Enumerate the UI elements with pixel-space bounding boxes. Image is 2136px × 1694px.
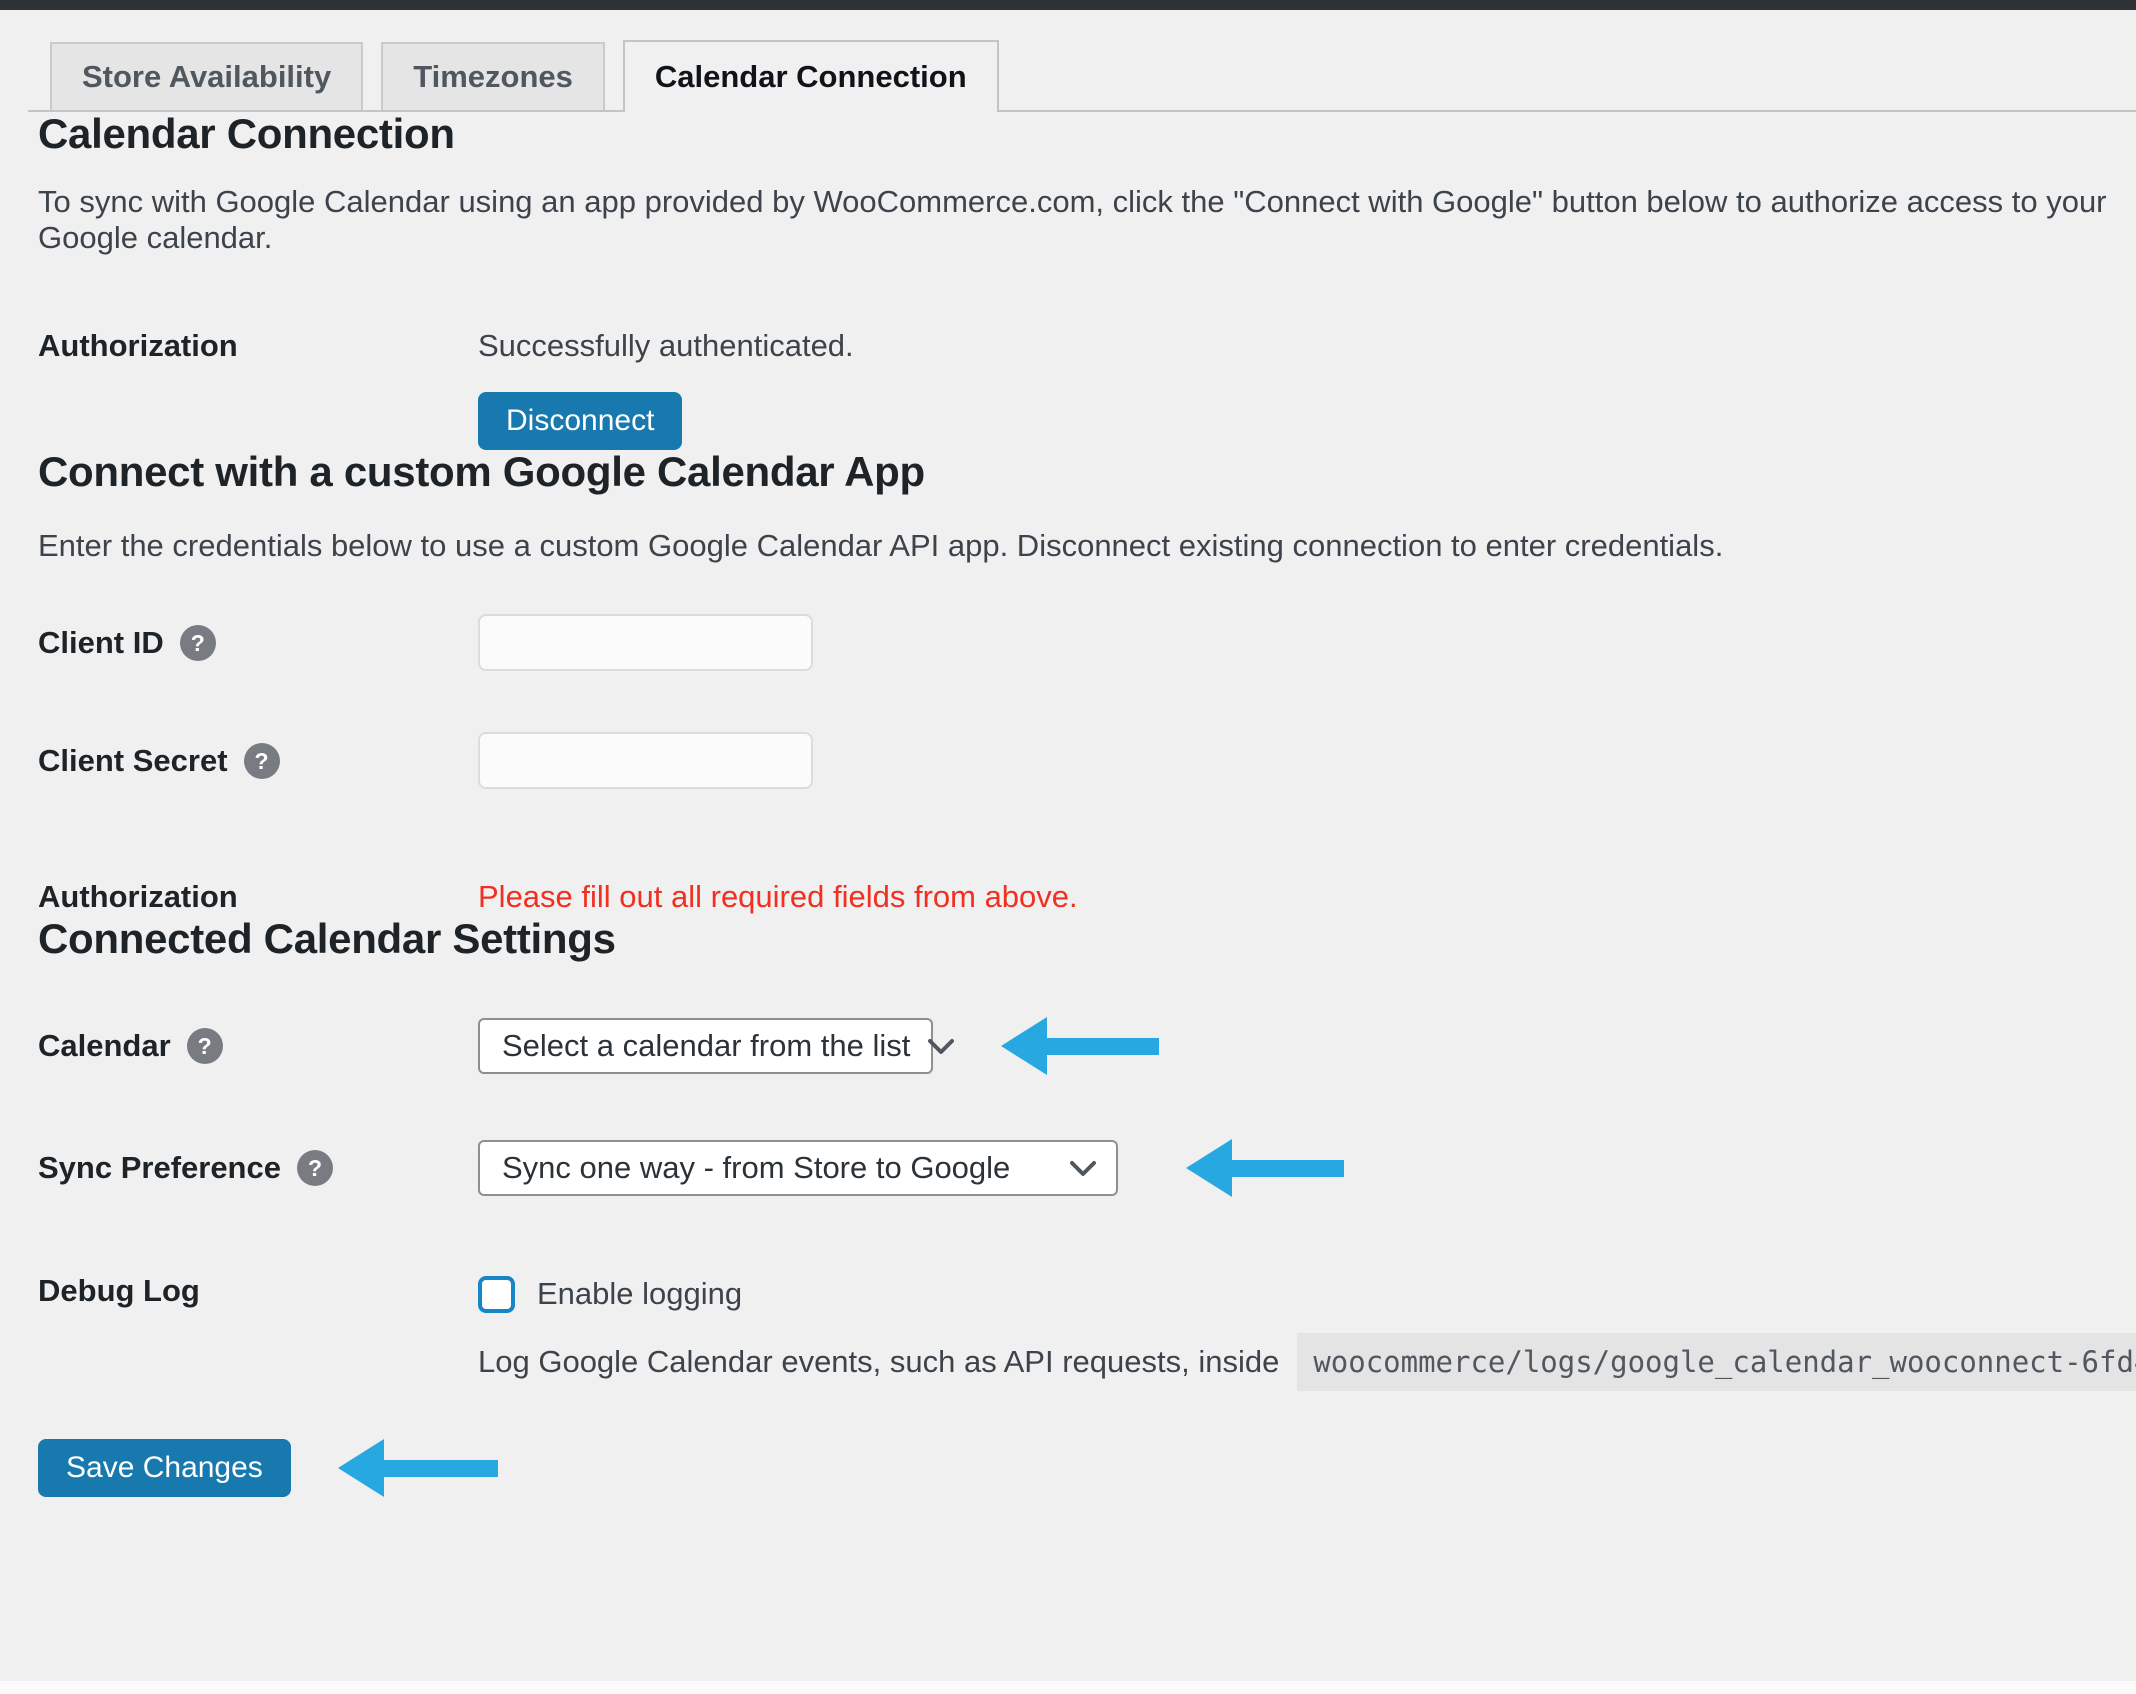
log-help-line: Log Google Calendar events, such as API … bbox=[478, 1333, 2136, 1391]
enable-logging-label: Enable logging bbox=[537, 1276, 742, 1312]
authorization-label: Authorization bbox=[38, 326, 478, 366]
enable-logging-line: Enable logging bbox=[478, 1271, 2136, 1317]
authorization-error-row: Authorization Please fill out all requir… bbox=[38, 877, 2136, 917]
client-secret-label-group: Client Secret ? bbox=[38, 741, 478, 781]
sync-preference-label: Sync Preference bbox=[38, 1148, 281, 1188]
arrow-shaft bbox=[384, 1460, 498, 1477]
log-file-path: woocommerce/logs/google_calendar_wooconn… bbox=[1297, 1333, 2136, 1391]
tab-timezones[interactable]: Timezones bbox=[381, 42, 605, 110]
chevron-down-icon bbox=[928, 1038, 954, 1055]
admin-top-bar bbox=[0, 0, 2136, 10]
arrow-shaft bbox=[1047, 1038, 1159, 1055]
authorization-error-text: Please fill out all required fields from… bbox=[478, 877, 1078, 917]
client-id-field[interactable] bbox=[478, 614, 813, 671]
debug-log-controls: Enable logging Log Google Calendar event… bbox=[478, 1271, 2136, 1391]
connection-description: To sync with Google Calendar using an ap… bbox=[38, 184, 2136, 256]
calendar-row: Calendar ? Select a calendar from the li… bbox=[38, 1017, 2136, 1075]
calendar-select-value: Select a calendar from the list bbox=[502, 1028, 910, 1064]
custom-app-heading: Connect with a custom Google Calendar Ap… bbox=[38, 450, 2136, 494]
debug-log-label: Debug Log bbox=[38, 1271, 478, 1311]
arrow-head-icon bbox=[338, 1439, 384, 1497]
help-icon[interactable]: ? bbox=[297, 1150, 333, 1186]
disconnect-button[interactable]: Disconnect bbox=[478, 392, 682, 450]
client-secret-row: Client Secret ? bbox=[38, 732, 2136, 789]
bottom-strip bbox=[0, 1681, 2136, 1694]
auth-status-text: Successfully authenticated. bbox=[478, 326, 854, 366]
client-id-label-group: Client ID ? bbox=[38, 623, 478, 663]
client-id-label: Client ID bbox=[38, 623, 164, 663]
sync-preference-label-group: Sync Preference ? bbox=[38, 1148, 478, 1188]
help-icon[interactable]: ? bbox=[187, 1028, 223, 1064]
annotation-arrow-save bbox=[338, 1439, 498, 1497]
chevron-down-icon bbox=[1070, 1160, 1096, 1177]
settings-content: Calendar Connection To sync with Google … bbox=[0, 112, 2136, 1497]
client-secret-label: Client Secret bbox=[38, 741, 228, 781]
arrow-head-icon bbox=[1001, 1017, 1047, 1075]
settings-tabs: Store Availability Timezones Calendar Co… bbox=[28, 40, 2136, 112]
save-changes-button[interactable]: Save Changes bbox=[38, 1439, 291, 1497]
connected-settings-heading: Connected Calendar Settings bbox=[38, 917, 2136, 961]
help-icon[interactable]: ? bbox=[180, 625, 216, 661]
authorization-row: Authorization Successfully authenticated… bbox=[38, 326, 2136, 450]
annotation-arrow-sync bbox=[1186, 1139, 1344, 1197]
client-id-row: Client ID ? bbox=[38, 614, 2136, 671]
sync-preference-select[interactable]: Sync one way - from Store to Google bbox=[478, 1140, 1118, 1196]
calendar-label-group: Calendar ? bbox=[38, 1026, 478, 1066]
arrow-head-icon bbox=[1186, 1139, 1232, 1197]
log-help-text: Log Google Calendar events, such as API … bbox=[478, 1344, 1279, 1380]
authorization-label: Authorization bbox=[38, 877, 478, 917]
debug-log-row: Debug Log Enable logging Log Google Cale… bbox=[38, 1271, 2136, 1391]
sync-preference-row: Sync Preference ? Sync one way - from St… bbox=[38, 1139, 2136, 1197]
save-row: Save Changes bbox=[38, 1439, 2136, 1497]
client-secret-field[interactable] bbox=[478, 732, 813, 789]
custom-app-description: Enter the credentials below to use a cus… bbox=[38, 528, 2136, 564]
tab-store-availability[interactable]: Store Availability bbox=[50, 42, 363, 110]
annotation-arrow-calendar bbox=[1001, 1017, 1159, 1075]
arrow-shaft bbox=[1232, 1160, 1344, 1177]
calendar-label: Calendar bbox=[38, 1026, 171, 1066]
enable-logging-checkbox[interactable] bbox=[478, 1276, 515, 1313]
tab-calendar-connection[interactable]: Calendar Connection bbox=[623, 40, 999, 112]
calendar-select[interactable]: Select a calendar from the list bbox=[478, 1018, 933, 1074]
help-icon[interactable]: ? bbox=[244, 743, 280, 779]
page-title: Calendar Connection bbox=[38, 112, 2136, 156]
authorization-value: Successfully authenticated. Disconnect bbox=[478, 326, 854, 450]
sync-preference-select-value: Sync one way - from Store to Google bbox=[502, 1150, 1010, 1186]
